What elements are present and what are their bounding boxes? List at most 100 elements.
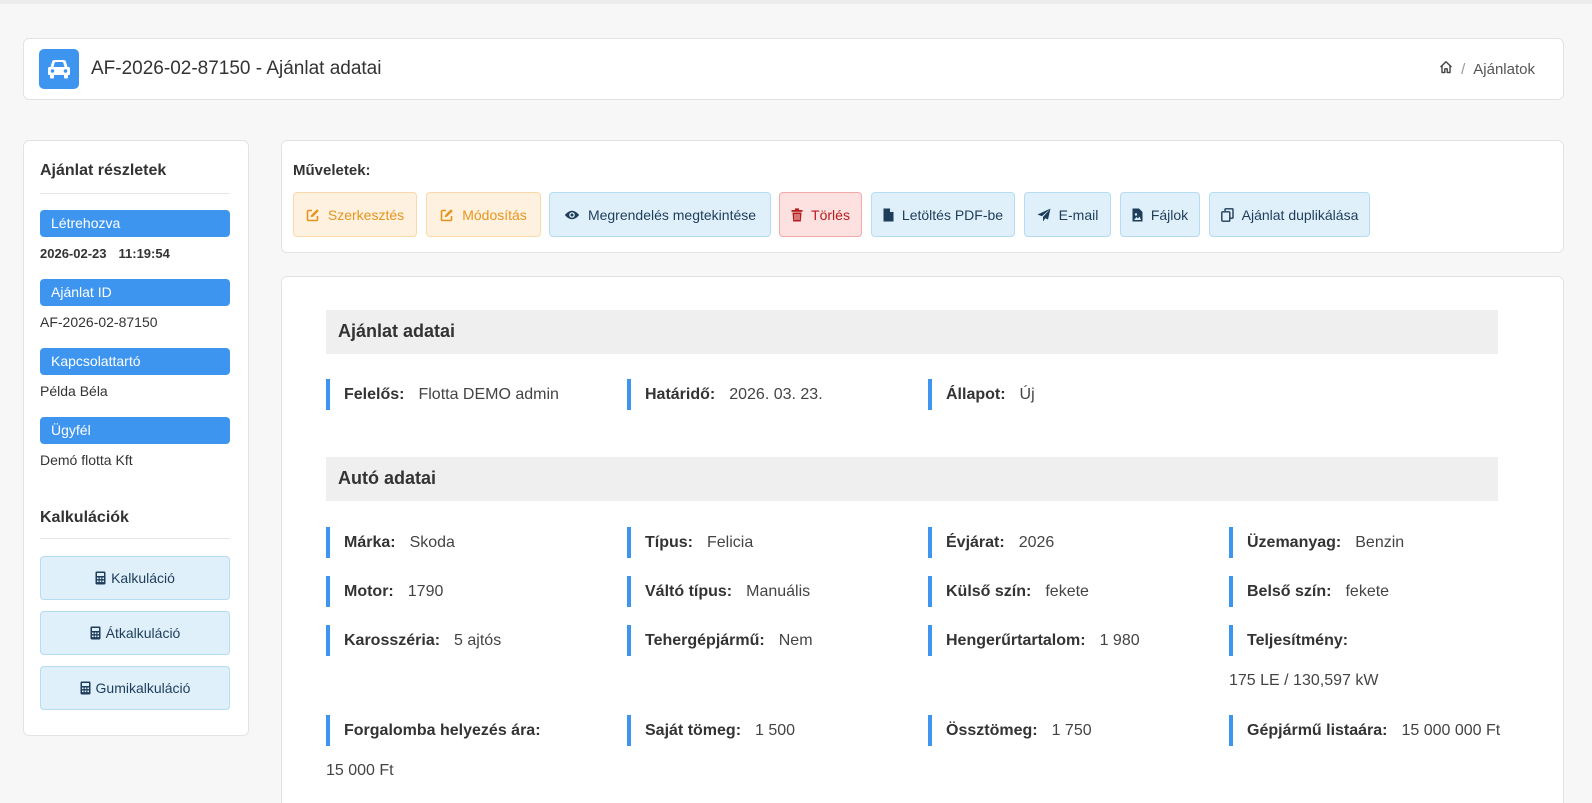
transmission-field: Váltó típus: Manuális <box>627 576 810 607</box>
year-field: Évjárat: 2026 <box>928 527 1054 558</box>
offer-content: Ajánlat adatai Felelős: Flotta DEMO admin… <box>281 276 1564 803</box>
file-image-icon <box>1132 208 1143 221</box>
home-icon[interactable] <box>1439 60 1453 78</box>
details-heading: Ajánlat részletek <box>40 162 167 179</box>
field-label: Gépjármű listaára: <box>1247 721 1388 739</box>
field-label: Felelős: <box>344 385 405 403</box>
field-label: Össztömeg: <box>946 721 1038 739</box>
field-value: Új <box>1019 385 1035 403</box>
edit-button[interactable]: Szerkesztés <box>293 192 417 237</box>
created-date: 2026-02-23 <box>40 246 107 261</box>
edit-button-label: Szerkesztés <box>327 206 405 223</box>
field-label: Saját tömeg: <box>645 721 742 739</box>
total-weight-field: Össztömeg: 1 750 <box>928 715 1092 746</box>
modify-button[interactable]: Módosítás <box>426 192 541 237</box>
field-value: Flotta DEMO admin <box>418 385 559 403</box>
car-icon <box>39 49 79 89</box>
status-field: Állapot: Új <box>928 379 1035 410</box>
calculation-button-label: Kalkuláció <box>111 570 175 586</box>
field-label: Tehergépjármű: <box>645 631 765 649</box>
field-value: 1790 <box>407 582 444 600</box>
actions-label: Műveletek: <box>293 162 371 179</box>
power-value: 175 LE / 130,597 kW <box>1229 672 1379 689</box>
field-value: Manuális <box>746 582 811 600</box>
field-value: 2026 <box>1018 533 1055 551</box>
modify-button-label: Módosítás <box>462 206 527 223</box>
duplicate-offer-button[interactable]: Ajánlat duplikálása <box>1209 192 1370 237</box>
type-field: Típus: Felicia <box>627 527 753 558</box>
created-label: Létrehozva <box>40 210 230 237</box>
offer-details-sidebar: Ajánlat részletek Létrehozva 2026-02-23 1… <box>23 140 249 736</box>
trash-icon <box>791 207 803 221</box>
interior-color-field: Belső szín: fekete <box>1229 576 1389 607</box>
recalculation-button-label: Átkalkuláció <box>105 625 181 641</box>
email-button-label: E-mail <box>1058 206 1099 223</box>
recalculation-button[interactable]: Átkalkuláció <box>40 611 230 655</box>
tire-calculation-button[interactable]: Gumikalkuláció <box>40 666 230 710</box>
field-label: Motor: <box>344 582 394 600</box>
field-label: Belső szín: <box>1247 582 1332 600</box>
field-label: Hengerűrtartalom: <box>946 631 1086 649</box>
field-value: 2026. 03. 23. <box>729 385 823 403</box>
breadcrumb-current[interactable]: Ajánlatok <box>1473 61 1535 78</box>
client-value: Demó flotta Kft <box>40 452 133 468</box>
car-section-heading: Autó adatai <box>326 457 1498 501</box>
email-button[interactable]: E-mail <box>1024 192 1111 237</box>
view-order-button[interactable]: Megrendelés megtekintése <box>549 192 771 237</box>
field-value: Nem <box>778 631 813 649</box>
fuel-field: Üzemanyag: Benzin <box>1229 527 1404 558</box>
download-pdf-button-label: Letöltés PDF-be <box>901 206 1004 223</box>
delete-button[interactable]: Törlés <box>779 192 862 237</box>
delete-button-label: Törlés <box>811 206 850 223</box>
download-pdf-button[interactable]: Letöltés PDF-be <box>871 192 1015 237</box>
calculator-icon <box>90 626 101 640</box>
field-label: Váltó típus: <box>645 582 733 600</box>
contact-label: Kapcsolattartó <box>40 348 230 375</box>
calculations-heading: Kalkulációk <box>40 509 129 526</box>
registration-price-value: 15 000 Ft <box>326 762 394 779</box>
body-type-field: Karosszéria: 5 ajtós <box>326 625 501 656</box>
field-value: Skoda <box>409 533 455 551</box>
engine-field: Motor: 1790 <box>326 576 443 607</box>
registration-price-field: Forgalomba helyezés ára: <box>326 715 541 746</box>
contact-value: Példa Béla <box>40 383 108 399</box>
field-value: Benzin <box>1355 533 1405 551</box>
deadline-field: Határidő: 2026. 03. 23. <box>627 379 823 410</box>
field-label: Üzemanyag: <box>1247 533 1342 551</box>
displacement-field: Hengerűrtartalom: 1 980 <box>928 625 1140 656</box>
field-label: Típus: <box>645 533 693 551</box>
exterior-color-field: Külső szín: fekete <box>928 576 1089 607</box>
field-label: Forgalomba helyezés ára: <box>344 721 541 739</box>
page-header: AF-2026-02-87150 - Ajánlat adatai / Aján… <box>23 38 1564 100</box>
files-button-label: Fájlok <box>1150 206 1189 223</box>
divider <box>40 538 230 539</box>
power-field: Teljesítmény: <box>1229 625 1348 656</box>
breadcrumb-separator: / <box>1461 60 1466 78</box>
calculation-button[interactable]: Kalkuláció <box>40 556 230 600</box>
field-label: Karosszéria: <box>344 631 441 649</box>
divider <box>40 193 230 194</box>
eye-icon <box>564 210 580 219</box>
client-label: Ügyfél <box>40 417 230 444</box>
own-weight-field: Saját tömeg: 1 500 <box>627 715 795 746</box>
edit-icon <box>440 208 454 221</box>
offer-id-value: AF-2026-02-87150 <box>40 314 158 330</box>
files-button[interactable]: Fájlok <box>1120 192 1200 237</box>
field-label: Évjárat: <box>946 533 1005 551</box>
truck-field: Tehergépjármű: Nem <box>627 625 813 656</box>
paper-plane-icon <box>1037 208 1051 221</box>
calculator-icon <box>95 571 106 585</box>
field-label: Márka: <box>344 533 396 551</box>
field-value: 5 ajtós <box>454 631 502 649</box>
edit-icon <box>306 208 319 221</box>
file-icon <box>883 208 894 221</box>
make-field: Márka: Skoda <box>326 527 455 558</box>
field-value: 15 000 000 Ft <box>1401 721 1501 739</box>
field-label: Határidő: <box>645 385 716 403</box>
list-price-field: Gépjármű listaára: 15 000 000 Ft <box>1229 715 1500 746</box>
created-time: 11:19:54 <box>118 246 170 261</box>
created-value: 2026-02-23 11:19:54 <box>40 246 170 261</box>
actions-panel: Műveletek: Szerkesztés Módosítás Megrend… <box>281 140 1564 253</box>
view-order-button-label: Megrendelés megtekintése <box>587 206 757 223</box>
offer-id-label: Ajánlat ID <box>40 279 230 306</box>
